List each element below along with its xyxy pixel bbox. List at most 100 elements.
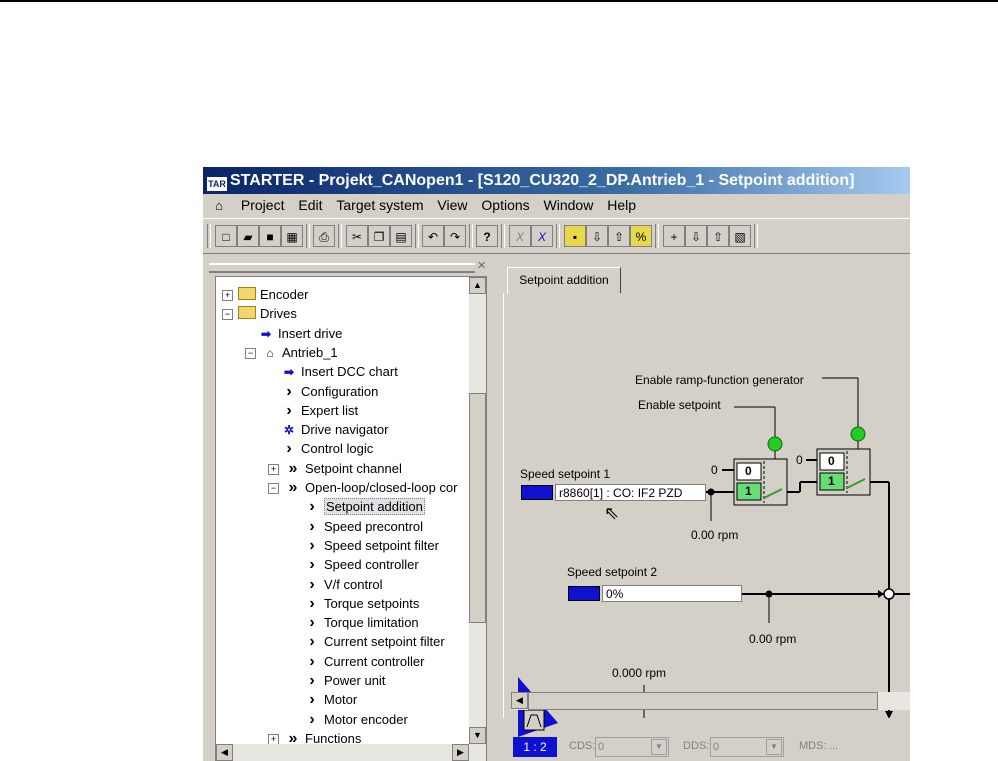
tree-item[interactable]: › Control logic [272, 439, 373, 458]
collapse-icon[interactable]: − [268, 483, 279, 494]
menu-help[interactable]: Help [607, 197, 636, 213]
toolbar-separator [306, 224, 310, 248]
tree-item[interactable]: + » Setpoint channel [268, 459, 402, 478]
xi-icon[interactable]: X [509, 225, 531, 247]
download-icon[interactable]: ⇩ [586, 225, 608, 247]
chevron-down-icon[interactable]: ▼ [766, 739, 782, 755]
cut-icon[interactable]: ✂ [346, 225, 368, 247]
save-icon[interactable]: ■ [259, 225, 281, 247]
xe-icon[interactable]: X [531, 225, 553, 247]
scroll-left-icon[interactable]: ◀ [216, 744, 233, 761]
tree-item-label: Torque limitation [324, 615, 419, 631]
tree-item[interactable]: − ⌂ Antrieb_1 [245, 343, 338, 362]
tab-setpoint-addition[interactable]: Setpoint addition [507, 267, 621, 293]
chevron-icon: › [286, 401, 292, 419]
switch-1-zero: 0 [711, 463, 718, 477]
tree-horizontal-scrollbar[interactable]: ◀ ▶ [216, 744, 469, 761]
menu-window[interactable]: Window [544, 197, 594, 213]
tree-item[interactable]: › Torque limitation [295, 613, 419, 632]
diagram-lines [706, 377, 893, 718]
tree-item[interactable]: › Configuration [272, 382, 378, 401]
cds-select[interactable]: 0 ▼ [595, 737, 669, 757]
load-pg-icon[interactable]: ⇧ [707, 225, 729, 247]
chevron-icon: › [309, 594, 315, 612]
tree-item[interactable]: › V/f control [295, 575, 383, 594]
redo-icon[interactable]: ↷ [444, 225, 466, 247]
tree-vertical-scrollbar[interactable]: ▲ ▼ [469, 277, 486, 761]
chevron-down-icon[interactable]: ▼ [651, 739, 667, 755]
tree-item[interactable]: › Current setpoint filter [295, 632, 444, 651]
mds-value: ... [829, 740, 839, 752]
connector-1-icon[interactable] [521, 485, 553, 500]
tree-item[interactable]: › Speed setpoint filter [295, 536, 439, 555]
tree-item[interactable]: ➡ Insert DCC chart [272, 362, 398, 381]
tree-item[interactable]: › Current controller [295, 652, 424, 671]
enable-setpoint-led [767, 436, 783, 452]
diagram-scroll-left-icon[interactable]: ◀ [511, 692, 528, 709]
tree-item[interactable]: › Speed controller [295, 555, 418, 574]
tree-item[interactable]: + Encoder [222, 285, 308, 304]
menu-edit[interactable]: Edit [298, 197, 322, 213]
menu-options[interactable]: Options [481, 197, 529, 213]
menu-project[interactable]: Project [241, 197, 285, 213]
rpm-3-readout: 0.000 rpm [612, 666, 667, 680]
open-icon[interactable]: ▰ [237, 225, 259, 247]
navigator-grip[interactable] [209, 263, 475, 273]
dds-select[interactable]: 0 ▼ [710, 737, 784, 757]
menu-view[interactable]: View [437, 197, 467, 213]
upload-icon[interactable]: ⇧ [608, 225, 630, 247]
speed-setpoint-1-label: Speed setpoint 1 [520, 467, 611, 481]
tree-item[interactable]: › Setpoint addition [295, 497, 425, 516]
tree-item-label: Antrieb_1 [282, 344, 338, 360]
online-icon[interactable]: ▪ [564, 225, 586, 247]
tree-item[interactable]: › Power unit [295, 671, 385, 690]
network-icon[interactable]: + [663, 225, 685, 247]
compare-icon[interactable]: % [630, 225, 652, 247]
speed-setpoint-2-field[interactable]: 0% [602, 585, 742, 602]
tree-item[interactable]: › Expert list [272, 401, 358, 420]
project-icon[interactable]: ⌂ [211, 195, 227, 217]
collapse-icon[interactable]: − [222, 309, 233, 321]
connector-2-icon[interactable] [568, 586, 600, 601]
arrow-down [885, 711, 893, 718]
double-chevron-icon: » [288, 479, 298, 496]
load-device-icon[interactable]: ⇩ [685, 225, 707, 247]
undo-icon[interactable]: ↶ [422, 225, 444, 247]
print-icon[interactable]: ⎙ [313, 225, 335, 247]
new-icon[interactable]: □ [215, 225, 237, 247]
tree-item[interactable]: ➡ Insert drive [249, 324, 342, 343]
switch-1-label-0: 0 [745, 464, 752, 478]
speed-setpoint-1-field[interactable]: r8860[1] : CO: IF2 PZD [555, 484, 706, 501]
expand-icon[interactable]: + [268, 463, 279, 475]
diagram-scroll-thumb[interactable] [528, 692, 878, 710]
tree-item[interactable]: − Drives [222, 304, 297, 323]
copy-icon[interactable]: ❐ [368, 225, 390, 247]
toolbar-separator [754, 224, 758, 248]
tree-item[interactable]: › Speed precontrol [295, 517, 423, 536]
expand-icon[interactable]: + [222, 290, 233, 301]
tree-item-label: V/f control [324, 576, 383, 592]
paste-icon[interactable]: ▤ [390, 225, 412, 247]
collapse-icon[interactable]: − [245, 347, 256, 359]
menu-target-system[interactable]: Target system [336, 197, 423, 213]
scroll-right-icon[interactable]: ▶ [452, 744, 469, 761]
help-context-icon[interactable]: ? [476, 225, 498, 247]
tree-item[interactable]: ✲ Drive navigator [272, 420, 388, 439]
tree-item[interactable]: › Torque setpoints [295, 594, 419, 613]
diagram-horizontal-scrollbar[interactable]: ◀ [511, 692, 910, 710]
switch-2-label-0: 0 [828, 454, 835, 468]
tree-item[interactable]: › Motor [295, 690, 357, 709]
copy-ram-rom-icon[interactable]: ▧ [729, 225, 751, 247]
scroll-down-icon[interactable]: ▼ [469, 727, 486, 744]
tree-item-label: Drives [260, 306, 297, 322]
tree-item-label: Speed setpoint filter [324, 537, 439, 553]
tree-item[interactable]: › Motor encoder [295, 710, 408, 729]
scroll-up-icon[interactable]: ▲ [469, 277, 486, 294]
chevron-icon: › [309, 498, 315, 516]
toolbar: □ ▰ ■ ▦ ⎙ ✂ ❐ ▤ ↶ ↷ ? X X ▪ ⇩ ⇧ % + ⇩ ⇧ … [203, 218, 910, 254]
save-compile-icon[interactable]: ▦ [281, 225, 303, 247]
drive-index-badge[interactable]: 1 : 2 [513, 737, 557, 757]
close-icon[interactable]: ✕ [477, 259, 486, 272]
tree-item[interactable]: −» Open-loop/closed-loop cor [268, 478, 457, 497]
scroll-thumb[interactable] [469, 393, 486, 623]
